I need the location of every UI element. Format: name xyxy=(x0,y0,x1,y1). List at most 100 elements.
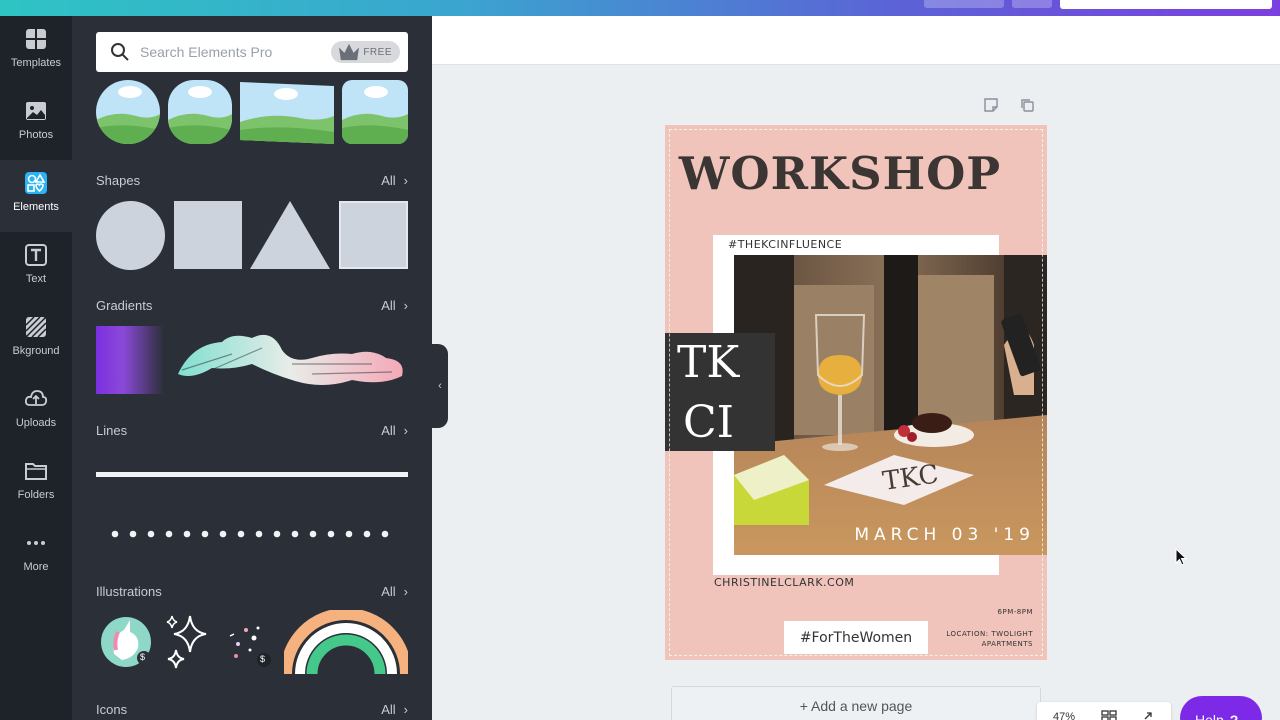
event-location[interactable]: LOCATION: TWOLIGHT APARTMENTS xyxy=(946,629,1033,649)
free-badge-label: FREE xyxy=(363,46,392,58)
all-label: All xyxy=(381,173,396,188)
photos-icon xyxy=(24,99,48,123)
all-label: All xyxy=(381,584,396,599)
section-title: Gradients xyxy=(96,298,153,313)
help-label: Help xyxy=(1195,712,1224,720)
website-text[interactable]: CHRISTINELCLARK.COM xyxy=(714,576,854,589)
mouse-cursor-icon xyxy=(1175,547,1189,566)
lines-header: Lines All › xyxy=(96,423,408,438)
shape-circle[interactable] xyxy=(96,201,165,270)
illustration-unicorn[interactable]: $ xyxy=(100,614,154,670)
hashtag-bottom[interactable]: #ForTheWomen xyxy=(784,621,928,654)
location-line: LOCATION: TWOLIGHT xyxy=(946,630,1033,638)
sidebar-item-label: Bkground xyxy=(12,345,60,357)
zoom-level[interactable]: 47% xyxy=(1053,711,1075,720)
sidebar-item-label: Uploads xyxy=(15,417,57,429)
illustrations-all-link[interactable]: All › xyxy=(381,584,408,599)
frame-scalloped[interactable] xyxy=(168,80,232,144)
free-badge[interactable]: FREE xyxy=(331,41,400,63)
sidebar-item-background[interactable]: Bkground xyxy=(0,304,72,376)
templates-icon xyxy=(24,27,48,51)
sidebar-item-uploads[interactable]: Uploads xyxy=(0,376,72,448)
all-label: All xyxy=(381,298,396,313)
shape-square-outline[interactable] xyxy=(339,201,408,269)
sidebar-item-label: Templates xyxy=(10,57,62,69)
event-time[interactable]: 6PM-8PM xyxy=(998,608,1033,616)
folders-icon xyxy=(24,459,48,483)
design-photo[interactable]: TKC xyxy=(734,255,1047,555)
more-icon xyxy=(24,531,48,555)
search-box[interactable]: FREE xyxy=(96,32,408,72)
chevron-right-icon: › xyxy=(403,584,408,599)
all-label: All xyxy=(381,423,396,438)
hashtag-top[interactable]: #THEKCINFLUENCE xyxy=(728,238,842,251)
shapes-header: Shapes All › xyxy=(96,173,408,188)
expand-icon[interactable] xyxy=(1143,711,1153,720)
sidebar-item-elements[interactable]: Elements xyxy=(0,160,72,232)
text-icon xyxy=(24,243,48,267)
shape-square[interactable] xyxy=(174,201,242,269)
illustration-rainbow[interactable] xyxy=(280,608,412,675)
sidebar-item-text[interactable]: Text xyxy=(0,232,72,304)
add-page-button[interactable]: + Add a new page xyxy=(671,686,1041,720)
icons-all-link[interactable]: All › xyxy=(381,702,408,717)
chevron-right-icon: › xyxy=(403,423,408,438)
sidebar-item-photos[interactable]: Photos xyxy=(0,88,72,160)
chevron-left-icon: ‹ xyxy=(438,380,442,392)
shapes-all-link[interactable]: All › xyxy=(381,173,408,188)
toolbar-button[interactable] xyxy=(1012,0,1052,8)
uploads-icon xyxy=(24,387,48,411)
line-solid[interactable] xyxy=(96,472,408,477)
gradients-all-link[interactable]: All › xyxy=(381,298,408,313)
sidebar-item-label: Text xyxy=(25,273,47,285)
event-date[interactable]: MARCH 03 '19 xyxy=(854,525,1035,545)
sidebar-item-templates[interactable]: Templates xyxy=(0,16,72,88)
gradient-brushstroke[interactable] xyxy=(172,324,408,396)
frame-skewed[interactable] xyxy=(240,80,334,144)
duplicate-page-icon[interactable] xyxy=(1019,97,1035,113)
search-input[interactable] xyxy=(140,44,330,60)
location-line: APARTMENTS xyxy=(981,640,1033,648)
design-page[interactable]: WORKSHOP #THEKCINFLUENCE TKC MARCH 03 '1… xyxy=(665,125,1047,660)
all-label: All xyxy=(381,702,396,717)
icons-header: Icons All › xyxy=(96,702,408,717)
search-icon xyxy=(111,43,129,61)
illustration-sparkles[interactable] xyxy=(164,612,208,670)
sidebar-item-label: Elements xyxy=(13,201,59,213)
toolbar-button[interactable] xyxy=(924,0,1004,8)
zoom-controls: 47% xyxy=(1037,702,1171,720)
elements-panel: FREE Shapes All › Gradients All › Lines xyxy=(72,16,432,720)
section-title: Shapes xyxy=(96,173,141,188)
gradients-header: Gradients All › xyxy=(96,298,408,313)
section-title: Icons xyxy=(96,702,128,717)
price-badge: $ xyxy=(140,652,146,662)
top-toolbar xyxy=(0,0,1280,16)
gradient-purple[interactable] xyxy=(96,326,164,394)
overlay-initials[interactable]: TK CI xyxy=(665,333,775,451)
toolbar-field[interactable] xyxy=(1060,0,1244,9)
collapse-panel-button[interactable]: ‹ xyxy=(432,344,448,428)
illustration-confetti[interactable]: $ xyxy=(226,620,274,670)
help-question-icon: ? xyxy=(1229,712,1239,720)
frame-rounded[interactable] xyxy=(342,80,408,144)
sidebar-item-folders[interactable]: Folders xyxy=(0,448,72,520)
grid-view-icon[interactable] xyxy=(1101,709,1117,720)
section-title: Lines xyxy=(96,423,128,438)
sidebar-item-more[interactable]: More xyxy=(0,520,72,592)
sidebar-item-label: Photos xyxy=(18,129,54,141)
chevron-right-icon: › xyxy=(403,173,408,188)
sidebar-rail: Templates Photos Elements Text Bkground … xyxy=(0,16,72,720)
chevron-right-icon: › xyxy=(403,298,408,313)
background-icon xyxy=(24,315,48,339)
frame-circle[interactable] xyxy=(96,80,160,144)
page-notes-icon[interactable] xyxy=(983,97,999,113)
line-dotted[interactable] xyxy=(96,526,408,538)
shape-triangle[interactable] xyxy=(250,201,330,269)
design-title[interactable]: WORKSHOP xyxy=(665,147,1015,200)
elements-icon xyxy=(24,171,48,195)
sidebar-item-label: Folders xyxy=(17,489,55,501)
help-button[interactable]: Help ? xyxy=(1180,696,1262,720)
crown-icon xyxy=(339,43,360,61)
lines-all-link[interactable]: All › xyxy=(381,423,408,438)
toolbar-field[interactable] xyxy=(1234,0,1272,9)
